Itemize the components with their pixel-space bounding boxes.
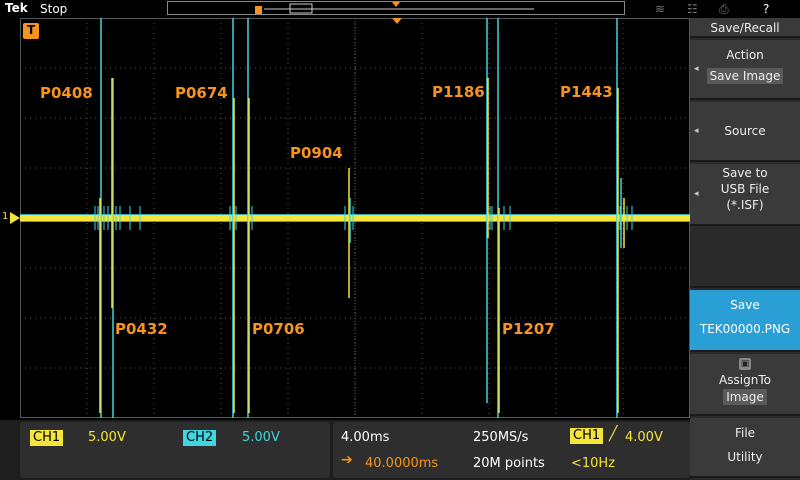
save-to-button[interactable]: ◂ Save to USB File (*.ISF) [690, 164, 800, 226]
brand-logo: Tek [5, 1, 28, 15]
ch1-badge[interactable]: CH1 [30, 430, 64, 446]
trigger-frequency: <10Hz [571, 456, 616, 471]
empty-slot [690, 228, 800, 288]
horizontal-position: 40.0000ms [365, 456, 439, 471]
ch2-badge[interactable]: CH2 [183, 430, 217, 446]
ch1-scale: 5.00V [88, 430, 126, 445]
record-view-bar[interactable] [167, 1, 625, 15]
acquisition-status: Stop [40, 2, 68, 16]
save-label: Save [730, 298, 760, 312]
file-utility-button[interactable]: File Utility [690, 418, 800, 478]
label-p1207: P1207 [502, 320, 555, 338]
timebase: 4.00ms [341, 430, 390, 445]
trigger-level-marker [392, 18, 402, 24]
label-p0706: P0706 [252, 320, 305, 338]
save-to-line1: Save to [722, 166, 768, 180]
file-label: File [734, 426, 756, 440]
ch1-ground-marker[interactable]: 1 [2, 211, 20, 225]
wifi-icon: ≋ [655, 2, 666, 16]
rising-edge-icon: ╱ [609, 426, 618, 442]
help-icon[interactable]: ? [763, 2, 769, 16]
waveform-display: P0408 P0674 P0904 P1186 P1443 P0432 P070… [20, 18, 690, 418]
assign-to-button[interactable]: ▣ AssignTo Image [690, 354, 800, 416]
save-button[interactable]: Save TEK00000.PNG [690, 290, 800, 352]
save-to-line3: (*.ISF) [726, 198, 764, 212]
assign-label: AssignTo [719, 373, 771, 387]
network-icon: ☷ [687, 2, 698, 16]
top-status-bar: Tek Stop ≋ ☷ ⎙ ? [0, 0, 769, 18]
horizontal-trigger-panel[interactable]: 4.00ms ➔ 40.0000ms 250MS/s 20M points CH… [333, 422, 690, 478]
label-p0408: P0408 [40, 84, 93, 102]
action-arrow-icon: ◂ [694, 64, 699, 74]
record-length: 20M points [473, 456, 545, 471]
save-to-arrow-icon: ◂ [694, 189, 699, 199]
label-p0432: P0432 [115, 320, 168, 338]
trigger-t-icon[interactable]: T [23, 23, 39, 39]
action-button[interactable]: ◂ Action Save Image [690, 40, 800, 100]
utility-label: Utility [727, 450, 763, 464]
usb-icon: ⎙ [719, 2, 729, 16]
bottom-info-bar: CH1 5.00V CH2 5.00V 4.00ms ➔ 40.0000ms 2… [0, 420, 690, 480]
sample-rate: 250MS/s [473, 430, 529, 445]
trigger-source-badge[interactable]: CH1 [570, 428, 604, 444]
save-filename: TEK00000.PNG [699, 322, 791, 336]
channel-panel[interactable]: CH1 5.00V CH2 5.00V [20, 422, 330, 478]
trigger-position-marker [392, 2, 400, 7]
label-p0904: P0904 [290, 144, 343, 162]
side-menu: Save/Recall ◂ Action Save Image ◂ Source… [690, 18, 800, 480]
trigger-level: 4.00V [625, 430, 663, 445]
image-icon: ▣ [739, 358, 751, 370]
assign-value: Image [723, 389, 767, 405]
label-p1186: P1186 [432, 83, 485, 101]
label-p1443: P1443 [560, 83, 613, 101]
trigger-t-label: T [27, 23, 36, 37]
label-p0674: P0674 [175, 84, 228, 102]
action-label: Action [726, 48, 764, 62]
save-to-line2: USB File [720, 182, 770, 196]
action-value: Save Image [706, 68, 784, 84]
trigger-t-marker [255, 6, 262, 14]
graticule [20, 18, 690, 418]
side-menu-title: Save/Recall [690, 18, 800, 38]
source-label: Source [724, 124, 766, 138]
source-button[interactable]: ◂ Source [690, 102, 800, 162]
source-arrow-icon: ◂ [694, 126, 699, 136]
horizontal-position-arrow-icon: ➔ [341, 452, 353, 468]
ch2-scale: 5.00V [242, 430, 280, 445]
